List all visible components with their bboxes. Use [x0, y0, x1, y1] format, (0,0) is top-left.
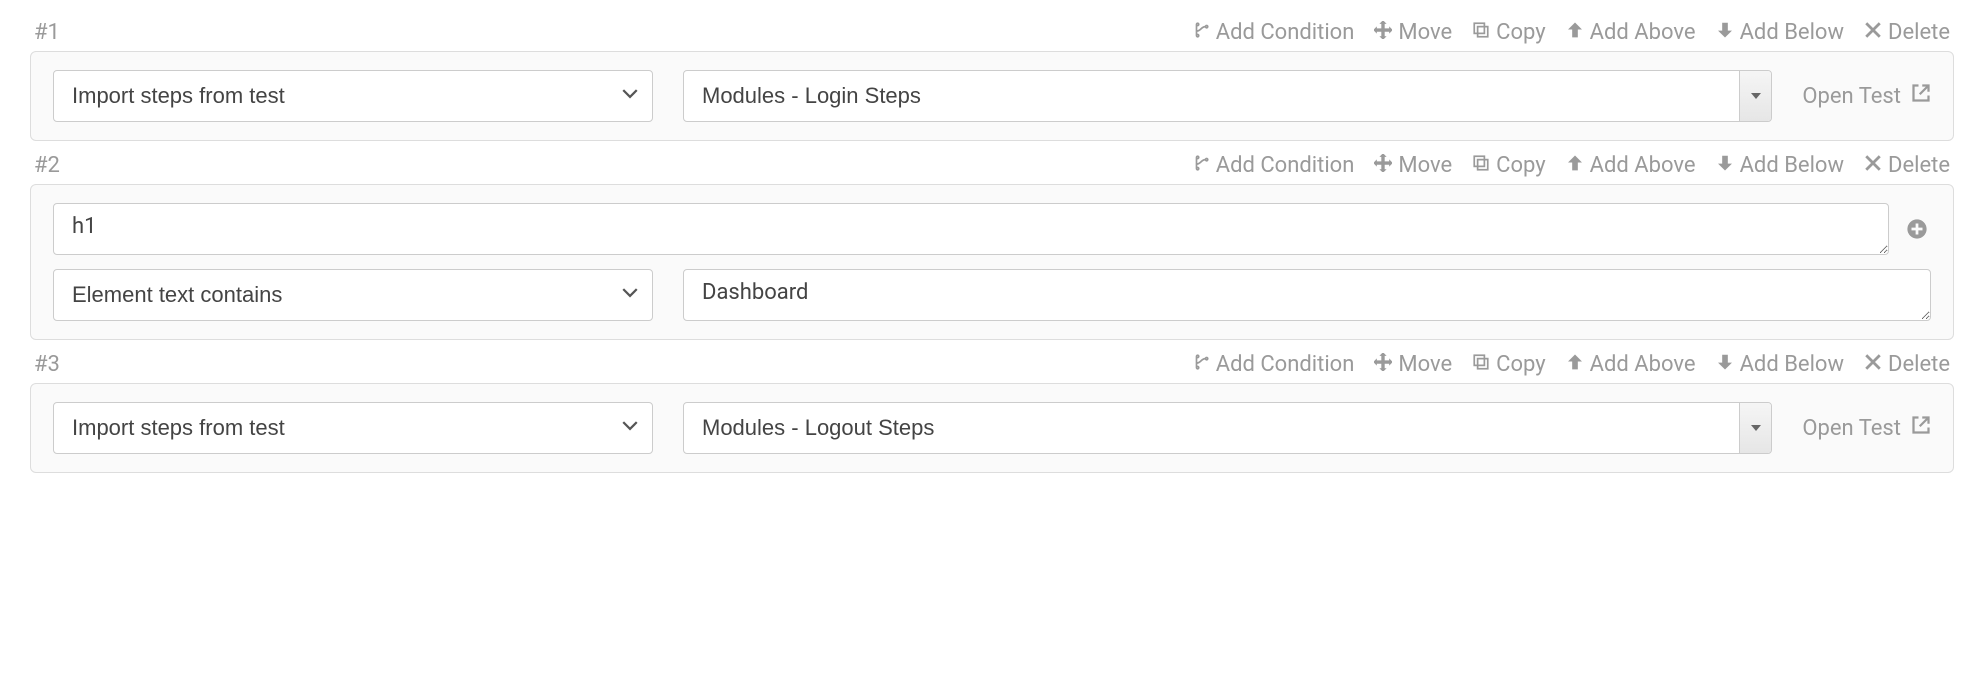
- copy-button[interactable]: Copy: [1472, 153, 1546, 178]
- step-3: #3 Add Condition Move Copy Add Above Add…: [30, 352, 1954, 473]
- caret-down-icon: [1751, 423, 1761, 433]
- label: Delete: [1888, 20, 1950, 45]
- combo-dropdown-button[interactable]: [1739, 71, 1771, 121]
- label: Add Condition: [1216, 153, 1355, 178]
- add-above-button[interactable]: Add Above: [1566, 153, 1696, 178]
- add-condition-button[interactable]: Add Condition: [1192, 352, 1355, 377]
- add-below-button[interactable]: Add Below: [1716, 153, 1844, 178]
- branch-icon: [1192, 153, 1210, 178]
- close-icon: [1864, 153, 1882, 178]
- assertion-select[interactable]: [53, 269, 653, 321]
- arrow-up-icon: [1566, 352, 1584, 377]
- step-1: #1 Add Condition Move Copy Add Above Add…: [30, 20, 1954, 141]
- step-number: #3: [34, 352, 60, 377]
- step-header: #3 Add Condition Move Copy Add Above Add…: [30, 352, 1954, 377]
- test-combo-input[interactable]: [683, 70, 1772, 122]
- move-icon: [1374, 20, 1392, 45]
- copy-button[interactable]: Copy: [1472, 20, 1546, 45]
- test-combo[interactable]: [683, 70, 1772, 122]
- label: Delete: [1888, 153, 1950, 178]
- branch-icon: [1192, 352, 1210, 377]
- add-above-button[interactable]: Add Above: [1566, 20, 1696, 45]
- arrow-down-icon: [1716, 153, 1734, 178]
- step-header: #1 Add Condition Move Copy Add Above Add…: [30, 20, 1954, 45]
- selector-input[interactable]: [53, 203, 1889, 255]
- label: Add Condition: [1216, 352, 1355, 377]
- assertion-select-input[interactable]: [53, 269, 653, 321]
- label: Add Above: [1590, 20, 1696, 45]
- step-body: [30, 184, 1954, 340]
- step-2: #2 Add Condition Move Copy Add Above Add…: [30, 153, 1954, 340]
- action-select-input[interactable]: [53, 402, 653, 454]
- action-select[interactable]: [53, 402, 653, 454]
- label: Add Above: [1590, 352, 1696, 377]
- label: Copy: [1496, 153, 1546, 178]
- arrow-up-icon: [1566, 153, 1584, 178]
- external-link-icon: [1911, 415, 1931, 441]
- step-actions: Add Condition Move Copy Add Above Add Be…: [1192, 153, 1950, 178]
- add-condition-button[interactable]: Add Condition: [1192, 20, 1355, 45]
- step-number: #1: [34, 20, 60, 45]
- caret-down-icon: [1751, 91, 1761, 101]
- move-button[interactable]: Move: [1374, 352, 1452, 377]
- external-link-icon: [1911, 83, 1931, 109]
- label: Add Below: [1740, 153, 1844, 178]
- copy-icon: [1472, 352, 1490, 377]
- copy-icon: [1472, 20, 1490, 45]
- copy-button[interactable]: Copy: [1472, 352, 1546, 377]
- arrow-down-icon: [1716, 352, 1734, 377]
- move-button[interactable]: Move: [1374, 153, 1452, 178]
- branch-icon: [1192, 20, 1210, 45]
- close-icon: [1864, 352, 1882, 377]
- step-body: Open Test: [30, 51, 1954, 141]
- copy-icon: [1472, 153, 1490, 178]
- arrow-down-icon: [1716, 20, 1734, 45]
- step-header: #2 Add Condition Move Copy Add Above Add…: [30, 153, 1954, 178]
- move-button[interactable]: Move: [1374, 20, 1452, 45]
- label: Move: [1398, 352, 1452, 377]
- test-combo-input[interactable]: [683, 402, 1772, 454]
- action-select-input[interactable]: [53, 70, 653, 122]
- delete-button[interactable]: Delete: [1864, 153, 1950, 178]
- combo-dropdown-button[interactable]: [1739, 403, 1771, 453]
- add-selector-button[interactable]: [1903, 215, 1931, 243]
- label: Delete: [1888, 352, 1950, 377]
- delete-button[interactable]: Delete: [1864, 352, 1950, 377]
- action-select[interactable]: [53, 70, 653, 122]
- label: Add Above: [1590, 153, 1696, 178]
- step-body: Open Test: [30, 383, 1954, 473]
- add-above-button[interactable]: Add Above: [1566, 352, 1696, 377]
- move-icon: [1374, 352, 1392, 377]
- label: Open Test: [1802, 84, 1901, 109]
- add-below-button[interactable]: Add Below: [1716, 20, 1844, 45]
- label: Add Below: [1740, 20, 1844, 45]
- delete-button[interactable]: Delete: [1864, 20, 1950, 45]
- label: Add Below: [1740, 352, 1844, 377]
- label: Move: [1398, 20, 1452, 45]
- label: Copy: [1496, 20, 1546, 45]
- open-test-link[interactable]: Open Test: [1802, 83, 1931, 109]
- close-icon: [1864, 20, 1882, 45]
- assertion-value-input[interactable]: [683, 269, 1931, 321]
- label: Move: [1398, 153, 1452, 178]
- add-condition-button[interactable]: Add Condition: [1192, 153, 1355, 178]
- move-icon: [1374, 153, 1392, 178]
- label: Open Test: [1802, 416, 1901, 441]
- plus-circle-icon: [1906, 218, 1928, 240]
- test-combo[interactable]: [683, 402, 1772, 454]
- label: Add Condition: [1216, 20, 1355, 45]
- label: Copy: [1496, 352, 1546, 377]
- step-number: #2: [34, 153, 60, 178]
- arrow-up-icon: [1566, 20, 1584, 45]
- step-actions: Add Condition Move Copy Add Above Add Be…: [1192, 352, 1950, 377]
- add-below-button[interactable]: Add Below: [1716, 352, 1844, 377]
- step-actions: Add Condition Move Copy Add Above Add Be…: [1192, 20, 1950, 45]
- open-test-link[interactable]: Open Test: [1802, 415, 1931, 441]
